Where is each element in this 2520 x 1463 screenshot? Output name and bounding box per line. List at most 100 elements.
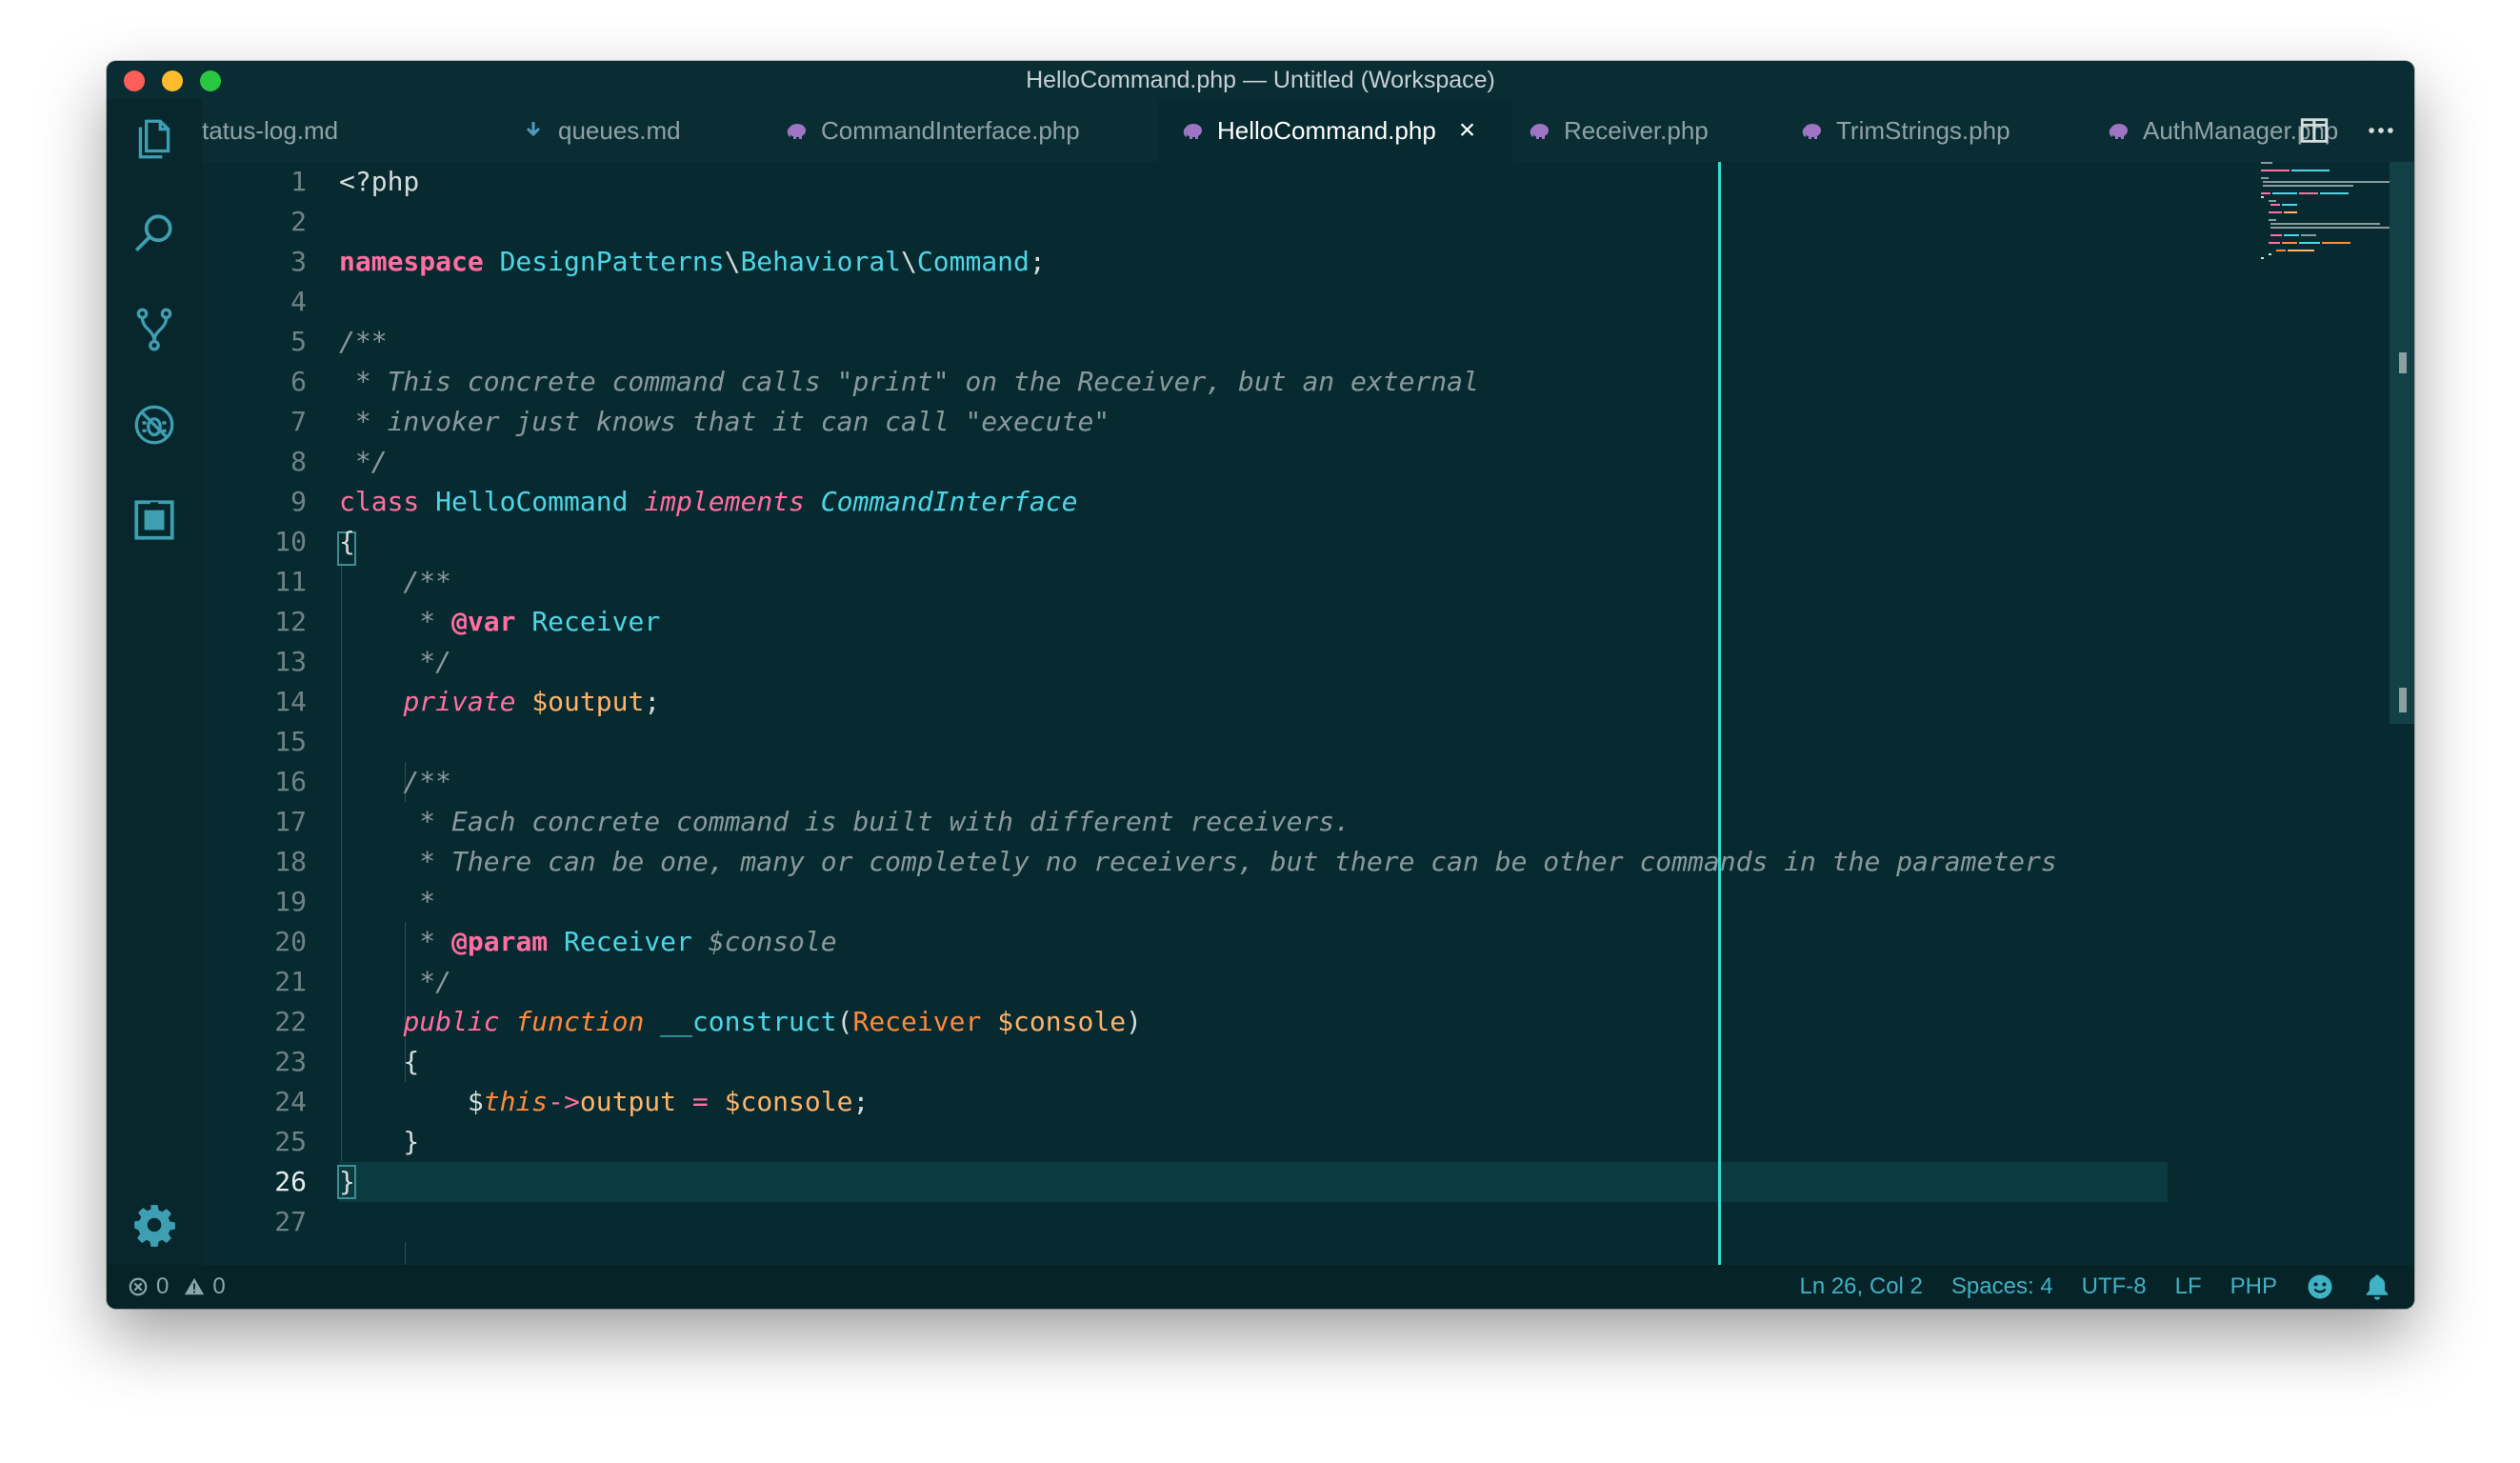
code-line[interactable]: namespace DesignPatterns\Behavioral\Comm… [339, 242, 1046, 282]
tab-receiver[interactable]: Receiver.php [1514, 99, 1771, 162]
tab-close-icon[interactable]: × [1459, 114, 1476, 147]
split-editor-icon[interactable] [2298, 114, 2330, 147]
code-line[interactable]: * invoker just knows that it can call "e… [339, 402, 1110, 442]
php-elephant-icon [787, 124, 806, 139]
code-token: CommandInterface [820, 486, 1078, 517]
line-number: 12 [274, 606, 307, 637]
end-of-line[interactable]: LF [2175, 1273, 2202, 1300]
code-line[interactable]: /** [339, 562, 451, 602]
tab-hellocommand[interactable]: HelloCommand.php × [1158, 99, 1512, 162]
editor-actions [2298, 114, 2397, 147]
debug-icon[interactable] [128, 398, 181, 451]
vertical-scrollbar[interactable] [2390, 162, 2414, 724]
line-number: 7 [290, 406, 307, 437]
code-token: class [339, 486, 420, 517]
code-line[interactable]: * There can be one, many or completely n… [339, 842, 2056, 882]
code-line[interactable]: * @param Receiver $console [339, 922, 837, 962]
code-token: $console [997, 1006, 1127, 1037]
code-line[interactable]: class HelloCommand implements CommandInt… [339, 482, 1077, 522]
code-line[interactable]: { [339, 1042, 419, 1082]
code-token: Receiver [531, 606, 661, 637]
line-number: 5 [290, 326, 307, 357]
line-number: 15 [274, 726, 307, 757]
code-line[interactable]: public function __construct(Receiver $co… [339, 1002, 1141, 1042]
status-bar: 0 0 Ln 26, Col 2 Spaces: 4 UTF-8 LF PHP [107, 1265, 2414, 1309]
markdown-icon [526, 122, 541, 137]
line-number: 24 [274, 1086, 307, 1117]
tab-label: HelloCommand.php [1217, 115, 1436, 145]
search-icon[interactable] [128, 208, 181, 261]
cursor-position[interactable]: Ln 26, Col 2 [1799, 1273, 1922, 1300]
code-line[interactable]: } [339, 1122, 419, 1162]
code-line[interactable]: private $output; [339, 682, 660, 722]
explorer-icon[interactable] [128, 112, 181, 166]
code-line[interactable]: <?php [339, 162, 419, 202]
code-token: = [691, 1086, 709, 1117]
indentation[interactable]: Spaces: 4 [1951, 1273, 2053, 1300]
more-actions-icon[interactable] [2365, 114, 2397, 147]
line-number: 3 [290, 246, 307, 277]
code-token: * [339, 886, 436, 917]
language-mode[interactable]: PHP [2230, 1273, 2277, 1300]
source-control-icon[interactable] [128, 303, 181, 356]
line-number: 9 [290, 486, 307, 517]
tab-status-log[interactable]: tatus-log.md [202, 99, 497, 162]
code-line[interactable]: { [339, 522, 355, 562]
line-number: 22 [274, 1006, 307, 1037]
code-line[interactable]: /** [339, 762, 451, 802]
code-token: * Each concrete command is built with di… [339, 806, 1351, 837]
window-title: HelloCommand.php — Untitled (Workspace) [1026, 67, 1495, 93]
code-token: $console [708, 926, 837, 957]
code-token: __construct [660, 1006, 837, 1037]
code-line[interactable]: */ [339, 642, 451, 682]
line-number: 13 [274, 646, 307, 677]
code-token: \ [724, 246, 741, 277]
code-token: @param [451, 926, 549, 957]
error-count: 0 [156, 1273, 170, 1299]
code-line[interactable]: } [339, 1162, 355, 1202]
tab-queues[interactable]: queues.md [503, 99, 760, 162]
settings-gear-icon[interactable] [128, 1198, 181, 1252]
notifications-bell-icon[interactable] [2363, 1273, 2391, 1301]
line-number: 14 [274, 686, 307, 717]
code-line[interactable]: */ [339, 962, 451, 1002]
code-editor[interactable]: 1 2 3 4 5 6 7 8 9 10 11 12 13 14 15 16 17 18 19 20 21 22 23 24 2… [202, 162, 2414, 1282]
file-encoding[interactable]: UTF-8 [2082, 1273, 2147, 1300]
extensions-icon[interactable] [128, 493, 181, 547]
code-line[interactable]: * Each concrete command is built with di… [339, 802, 1350, 842]
line-number: 16 [274, 766, 307, 797]
code-token: namespace [339, 246, 484, 277]
error-icon [129, 1277, 148, 1296]
code-token: HelloCommand [435, 486, 629, 517]
problems-indicator[interactable]: 0 0 [128, 1265, 226, 1309]
feedback-smiley-icon[interactable] [2306, 1273, 2334, 1301]
activity-bar [107, 99, 202, 1265]
tab-label: TrimStrings.php [1836, 115, 2010, 145]
code-line[interactable]: * @var Receiver [339, 602, 660, 642]
line-number: 8 [290, 446, 307, 477]
php-elephant-icon [1530, 124, 1549, 139]
tab-trimstrings[interactable]: TrimStrings.php [1787, 99, 2072, 162]
php-elephant-icon [1802, 124, 1821, 139]
code-token: private [403, 686, 516, 717]
code-line[interactable]: /** [339, 322, 388, 362]
code-line[interactable]: * [339, 882, 435, 922]
code-line[interactable]: $this->output = $console; [339, 1082, 869, 1122]
code-token: /** [339, 566, 452, 597]
code-token: /** [339, 766, 452, 797]
tab-commandinterface[interactable]: CommandInterface.php [766, 99, 1137, 162]
code-token: Receiver [564, 926, 692, 957]
code-line[interactable]: */ [339, 442, 388, 482]
line-number: 6 [290, 366, 307, 397]
line-number: 2 [290, 206, 307, 237]
php-elephant-icon [1183, 124, 1202, 139]
code-line[interactable]: * This concrete command calls "print" on… [339, 362, 1479, 402]
code-token: implements [644, 486, 805, 517]
line-number: 1 [290, 166, 307, 197]
